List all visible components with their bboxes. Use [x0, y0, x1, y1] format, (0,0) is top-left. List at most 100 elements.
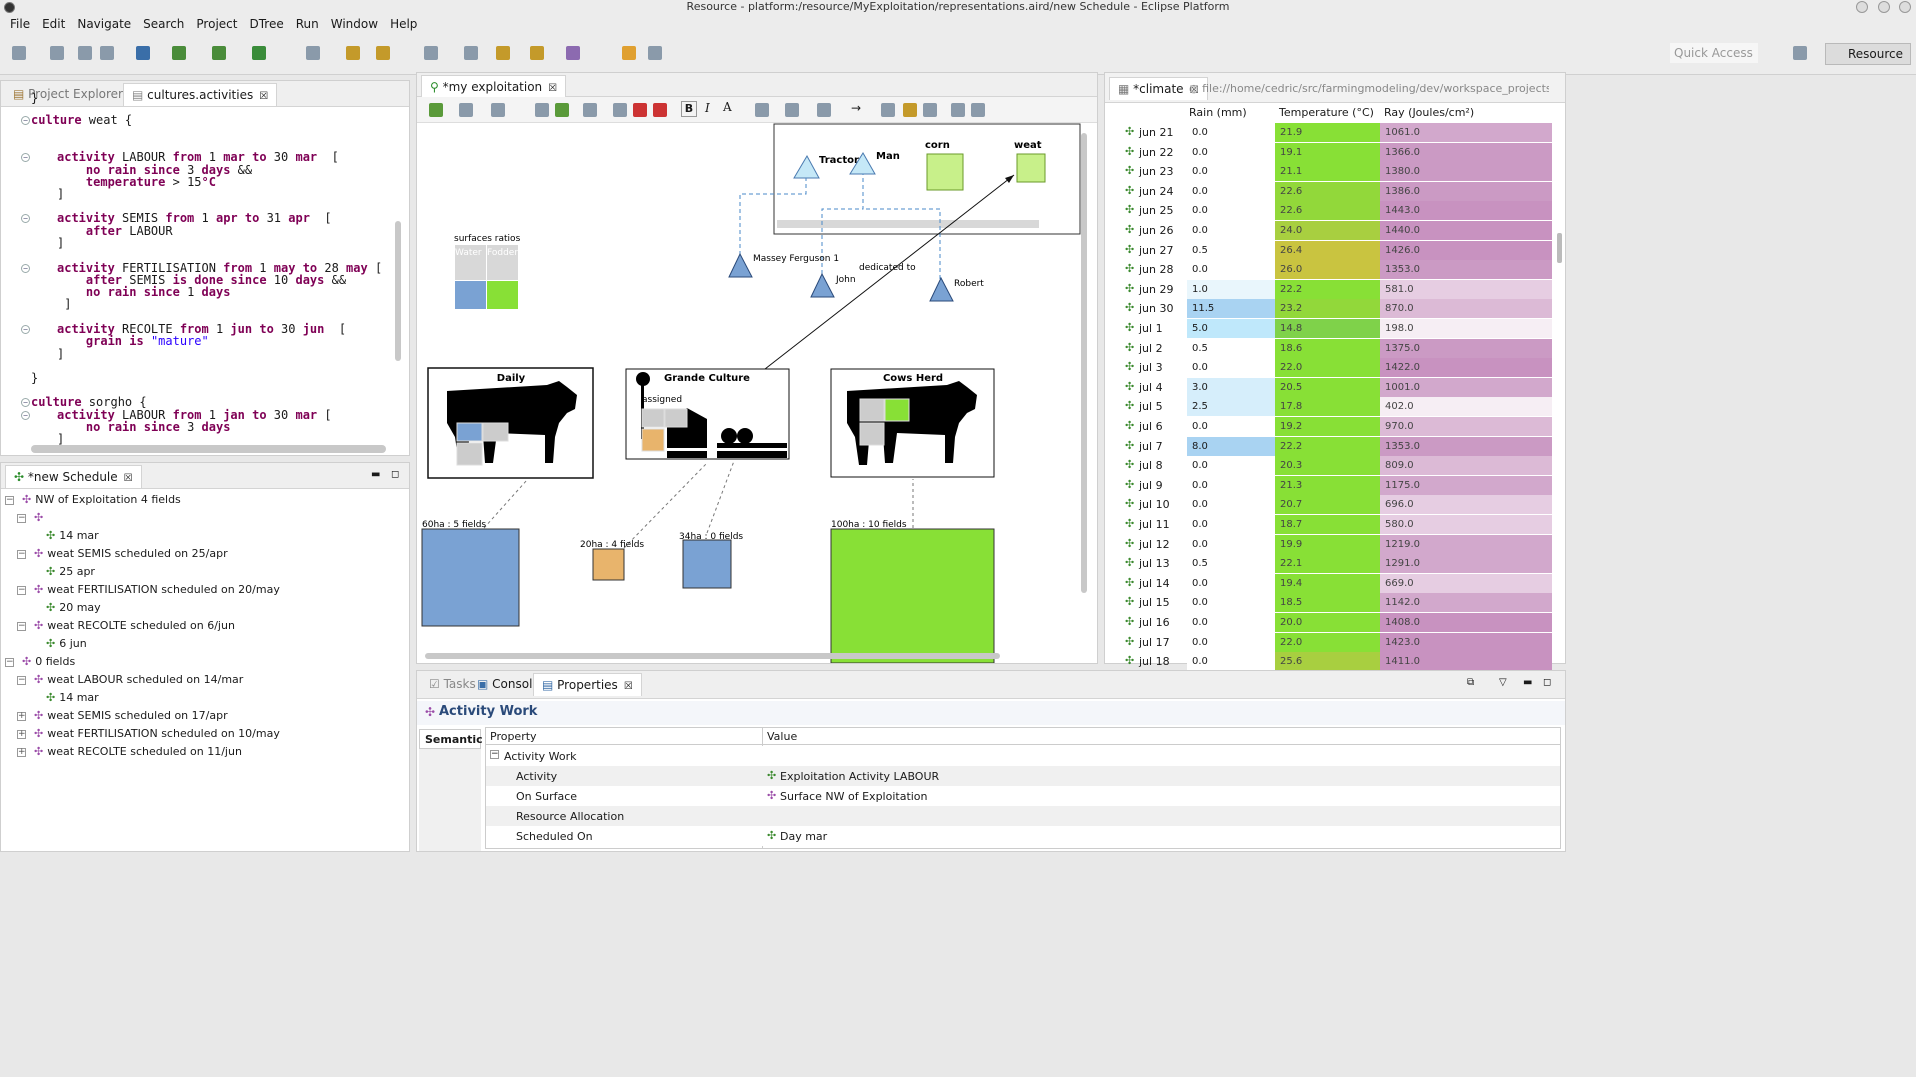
- fold-toggle-icon[interactable]: −: [21, 411, 30, 420]
- tab-cultures-activities[interactable]: ▤ cultures.activities ☒: [123, 83, 278, 106]
- menu-help[interactable]: Help: [384, 15, 423, 35]
- minimize-icon[interactable]: ▬: [371, 469, 380, 480]
- cows-f-cell[interactable]: [884, 398, 910, 422]
- climate-row[interactable]: ✣ jul 10 0.0 20.7 696.0: [1105, 495, 1555, 515]
- property-row[interactable]: Resource Allocation: [486, 806, 1560, 826]
- massey-ferguson-node[interactable]: [728, 252, 753, 278]
- fold-toggle-icon[interactable]: −: [21, 116, 30, 125]
- climate-row[interactable]: ✣ jul 5 2.5 17.8 402.0: [1105, 397, 1555, 417]
- expand-toggle-icon[interactable]: +: [17, 747, 26, 757]
- john-node[interactable]: [810, 272, 835, 298]
- grande-w-cell[interactable]: [641, 408, 665, 428]
- zoom-icon[interactable]: [951, 103, 965, 117]
- property-column-header[interactable]: Property: [490, 730, 537, 743]
- fold-toggle-icon[interactable]: −: [21, 264, 30, 273]
- fill-color-icon[interactable]: [785, 103, 799, 117]
- schedule-tree-item[interactable]: − ✣ 0 fields: [5, 655, 75, 668]
- climate-row[interactable]: ✣ jul 14 0.0 19.4 669.0: [1105, 573, 1555, 593]
- climate-row[interactable]: ✣ jul 7 8.0 22.2 1353.0: [1105, 436, 1555, 456]
- maximize-icon[interactable]: ◻: [391, 469, 399, 480]
- collapse-toggle-icon[interactable]: −: [490, 750, 499, 759]
- tab-my-exploitation[interactable]: ⚲ *my exploitation ☒: [421, 75, 567, 98]
- climate-row[interactable]: ✣ jun 28 0.0 26.0 1353.0: [1105, 260, 1555, 280]
- maximize-icon[interactable]: ◻: [1543, 677, 1551, 688]
- tab-project-explorer[interactable]: ▤ Project Explorer: [5, 83, 131, 106]
- climate-row[interactable]: ✣ jul 9 0.0 21.3 1175.0: [1105, 475, 1555, 495]
- tab-properties[interactable]: ▤ Properties ☒: [533, 673, 642, 696]
- field100-node[interactable]: [830, 528, 995, 663]
- cows-w-cell[interactable]: [859, 398, 885, 422]
- print-icon[interactable]: [100, 46, 114, 60]
- expand-toggle-icon[interactable]: −: [17, 675, 26, 685]
- field34-grande-link[interactable]: [706, 460, 735, 534]
- fold-toggle-icon[interactable]: −: [21, 153, 30, 162]
- water-ratio-bar[interactable]: [455, 281, 486, 309]
- editor-horizontal-scrollbar[interactable]: [31, 445, 386, 453]
- climate-row[interactable]: ✣ jul 3 0.0 22.0 1422.0: [1105, 358, 1555, 378]
- italic-icon[interactable]: I: [705, 101, 710, 115]
- forward-icon[interactable]: [464, 46, 478, 60]
- value-column-header[interactable]: Value: [767, 730, 797, 743]
- schedule-tree-item[interactable]: ✣ 6 jun: [29, 637, 87, 650]
- cows-n-cell[interactable]: [859, 422, 885, 446]
- climate-row[interactable]: ✣ jun 22 0.0 19.1 1366.0: [1105, 142, 1555, 162]
- run-external-icon[interactable]: [252, 46, 266, 60]
- filter-icon[interactable]: [583, 103, 597, 117]
- back-icon[interactable]: [424, 46, 438, 60]
- menu-search[interactable]: Search: [137, 15, 190, 35]
- climate-row[interactable]: ✣ jul 13 0.5 22.1 1291.0: [1105, 554, 1555, 574]
- open-perspective-icon[interactable]: [1793, 46, 1807, 60]
- refresh-icon[interactable]: [622, 46, 636, 60]
- container-scrollbar[interactable]: [777, 220, 1039, 228]
- last-edit-icon[interactable]: [496, 46, 510, 60]
- delete-model-icon[interactable]: [653, 103, 667, 117]
- fodder-ratio-bar[interactable]: [487, 281, 518, 309]
- minimize-window-icon[interactable]: [1856, 1, 1868, 13]
- prev-annotation-icon[interactable]: [376, 46, 390, 60]
- pin-view-icon[interactable]: ⧉: [1467, 677, 1474, 688]
- size-icon[interactable]: [881, 103, 895, 117]
- font-icon[interactable]: [755, 103, 769, 117]
- menu-navigate[interactable]: Navigate: [71, 15, 137, 35]
- grande-n-cell[interactable]: [641, 428, 665, 452]
- expand-toggle-icon[interactable]: −: [17, 621, 26, 631]
- close-tab-icon[interactable]: ☒: [259, 91, 268, 102]
- save-icon[interactable]: [50, 46, 64, 60]
- diagram-horizontal-scrollbar[interactable]: [425, 653, 1000, 659]
- climate-row[interactable]: ✣ jun 25 0.0 22.6 1443.0: [1105, 201, 1555, 221]
- climate-row[interactable]: ✣ jun 24 0.0 22.6 1386.0: [1105, 181, 1555, 201]
- climate-row[interactable]: ✣ jul 18 0.0 25.6 1411.0: [1105, 652, 1555, 672]
- diagram-vertical-scrollbar[interactable]: [1081, 133, 1087, 593]
- menu-window[interactable]: Window: [325, 15, 384, 35]
- tab-new-schedule[interactable]: ✣ *new Schedule ☒: [5, 465, 142, 488]
- menu-project[interactable]: Project: [190, 15, 243, 35]
- schedule-tree-item[interactable]: + ✣ weat RECOLTE scheduled on 11/jun: [17, 745, 242, 758]
- climate-header-temp[interactable]: Temperature (°C): [1279, 106, 1374, 119]
- daily-fodder-cell[interactable]: [482, 422, 509, 442]
- climate-row[interactable]: ✣ jul 4 3.0 20.5 1001.0: [1105, 377, 1555, 397]
- climate-row[interactable]: ✣ jul 12 0.0 19.9 1219.0: [1105, 534, 1555, 554]
- schedule-tree-item[interactable]: − ✣ weat RECOLTE scheduled on 6/jun: [17, 619, 235, 632]
- semantic-tab[interactable]: Semantic: [419, 729, 483, 749]
- climate-row[interactable]: ✣ jun 26 0.0 24.0 1440.0: [1105, 221, 1555, 240]
- select-icon[interactable]: [613, 103, 627, 117]
- climate-header-ray[interactable]: Ray (Joules/cm²): [1384, 106, 1474, 119]
- schedule-tree-item[interactable]: − ✣ weat LABOUR scheduled on 14/mar: [17, 673, 243, 686]
- field60-node[interactable]: [421, 528, 520, 627]
- menu-edit[interactable]: Edit: [36, 15, 71, 35]
- annotation-icon[interactable]: [346, 46, 360, 60]
- font-color-icon[interactable]: A: [723, 100, 732, 114]
- close-tab-icon[interactable]: ☒: [124, 473, 133, 484]
- open-type-icon[interactable]: [136, 46, 150, 60]
- daily-water-cell[interactable]: [456, 422, 483, 442]
- show-icon[interactable]: [555, 103, 569, 117]
- field60-daily-link[interactable]: [483, 479, 528, 529]
- expand-toggle-icon[interactable]: −: [17, 585, 26, 595]
- align-icon[interactable]: [491, 103, 505, 117]
- quick-access-input[interactable]: Quick Access: [1670, 43, 1758, 63]
- schedule-tree-item[interactable]: − ✣ weat FERTILISATION scheduled on 20/may: [17, 583, 280, 596]
- menu-dtree[interactable]: DTree: [243, 15, 289, 35]
- climate-row[interactable]: ✣ jun 27 0.5 26.4 1426.0: [1105, 240, 1555, 260]
- expand-toggle-icon[interactable]: +: [17, 711, 26, 721]
- close-tab-icon[interactable]: ☒: [624, 681, 633, 692]
